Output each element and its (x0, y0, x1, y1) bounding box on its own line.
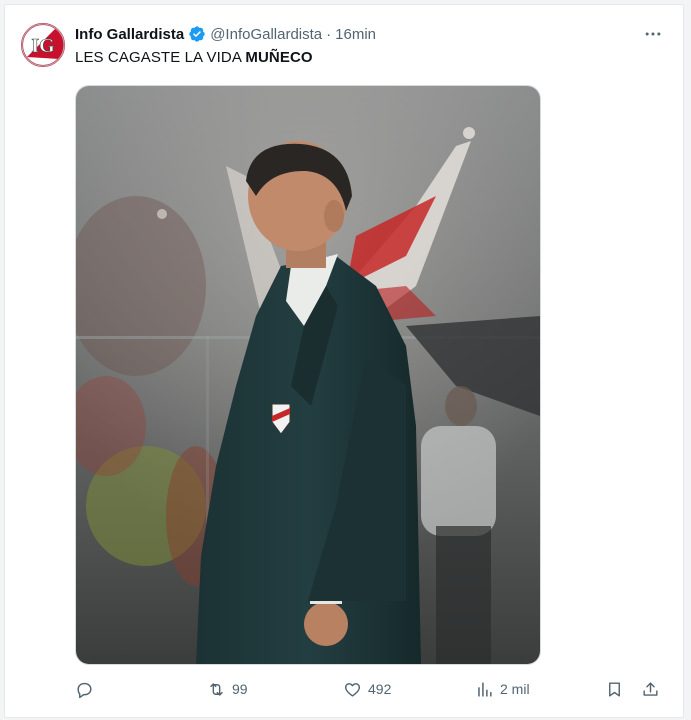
tweet-text-regular: LES CAGASTE LA VIDA (75, 49, 246, 66)
like-icon (344, 682, 361, 697)
separator-dot: · (326, 25, 332, 43)
author-handle[interactable]: @InfoGallardista (210, 26, 322, 43)
retweet-button[interactable]: 99 (207, 680, 248, 699)
tweet-photo[interactable] (75, 85, 541, 665)
views-count: 2 mil (500, 681, 530, 697)
retweet-icon (210, 682, 223, 696)
like-count: 492 (368, 681, 392, 697)
like-button[interactable]: 492 (343, 680, 391, 699)
more-icon (645, 32, 661, 36)
bookmark-icon (609, 681, 620, 697)
tweet-actions: 99 492 2 mil (75, 677, 663, 701)
reply-button[interactable] (75, 680, 94, 699)
views-icon (478, 681, 492, 697)
reply-icon (77, 682, 92, 698)
tweet-header: Info Gallardista @InfoGallardista · 16mi… (75, 23, 643, 45)
bookmark-button[interactable] (605, 680, 624, 699)
tweet-text: LES CAGASTE LA VIDA MUÑECO (75, 49, 313, 66)
share-button[interactable] (641, 680, 660, 699)
verified-icon (188, 25, 206, 43)
more-options-button[interactable] (639, 23, 667, 45)
avatar-text: IG (31, 35, 55, 57)
tweet-card[interactable]: IG Info Gallardista @InfoGallardista · 1… (4, 4, 684, 718)
timestamp[interactable]: 16min (335, 26, 376, 43)
share-icon (643, 681, 658, 696)
tweet-text-bold: MUÑECO (245, 49, 313, 66)
retweet-count: 99 (232, 681, 248, 697)
views-button[interactable]: 2 mil (475, 680, 530, 699)
author-name[interactable]: Info Gallardista (75, 26, 184, 43)
avatar[interactable]: IG (21, 23, 65, 67)
